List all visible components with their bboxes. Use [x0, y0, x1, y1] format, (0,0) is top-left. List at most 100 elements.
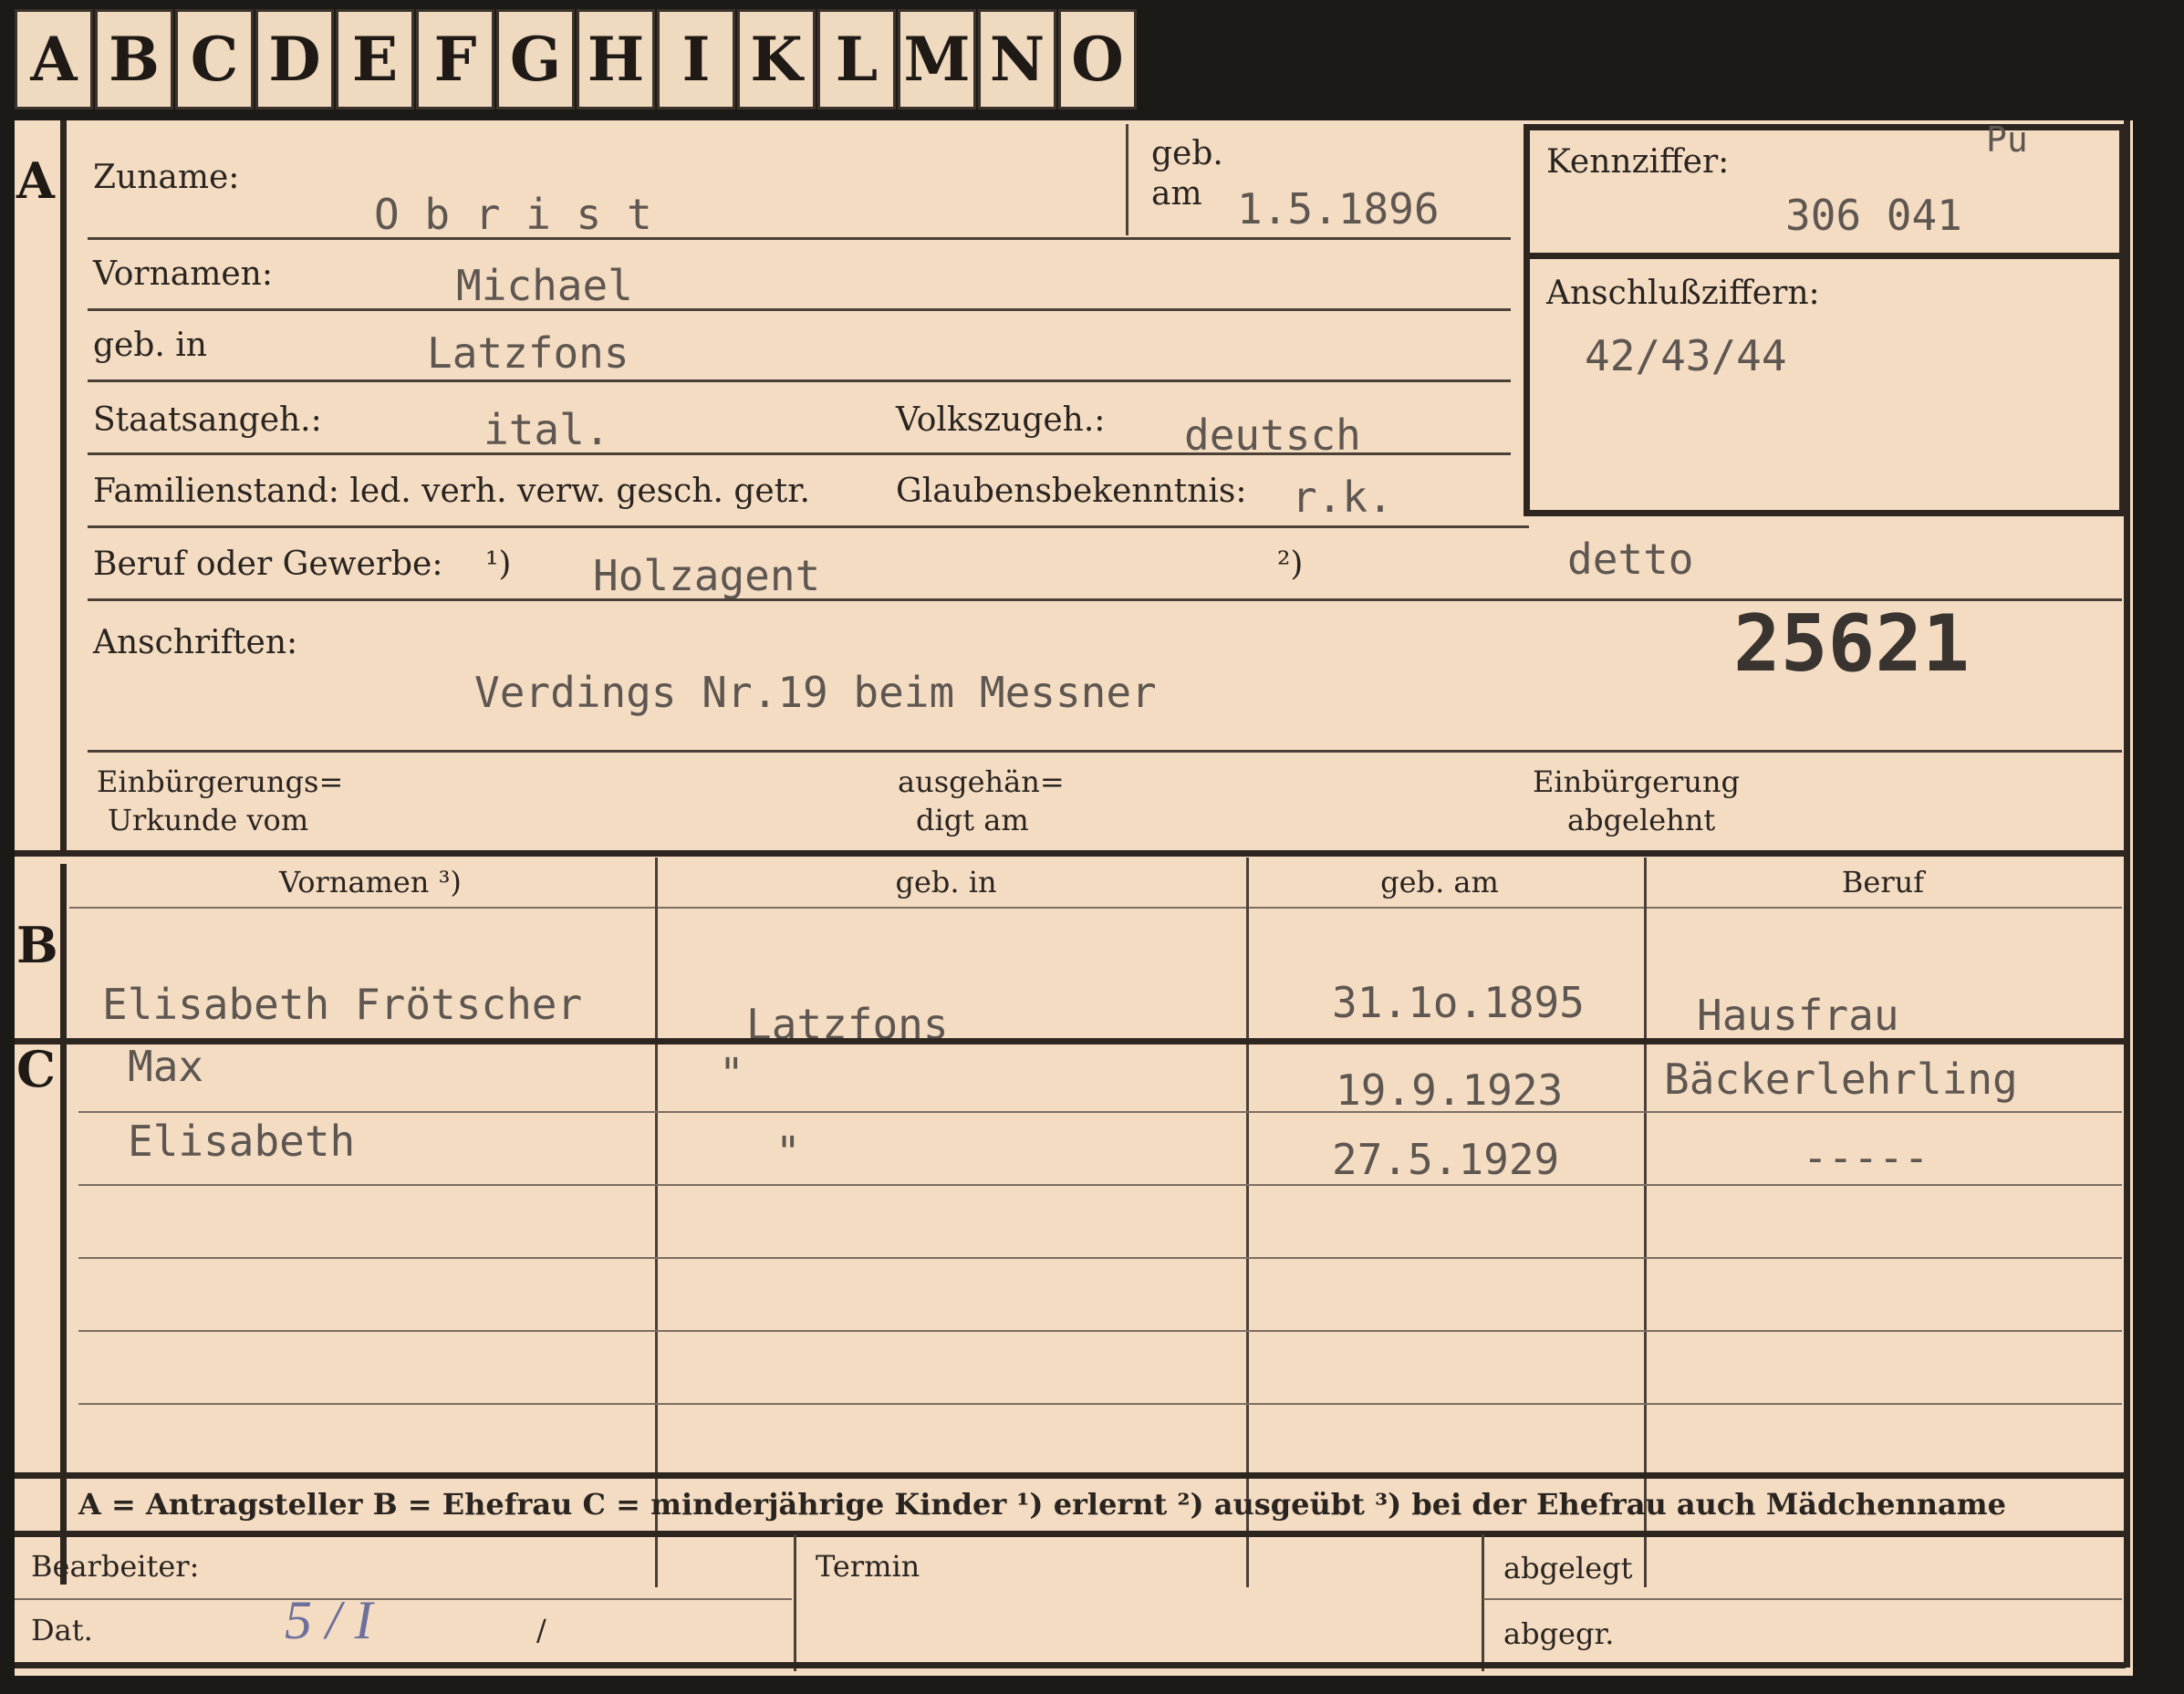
- footer-rule-right: [1483, 1598, 2122, 1600]
- child-rule-1: [78, 1111, 2122, 1113]
- kennziffer-note: Pu: [1986, 120, 2028, 160]
- legend-text: A = Antragsteller B = Ehefrau C = minder…: [78, 1487, 2006, 1522]
- footer-sep-1: [794, 1534, 796, 1671]
- kennziffer-box: Kennziffer: Pu 306 041 Anschlußziffern: …: [1524, 120, 2126, 516]
- tab-i[interactable]: I: [657, 9, 735, 109]
- spouse-occupation: Hausfrau: [1697, 991, 1899, 1040]
- religion-label: Glaubensbekenntnis:: [896, 473, 1247, 510]
- tab-g[interactable]: G: [496, 9, 575, 109]
- birthplace-value: Latzfons: [427, 328, 629, 378]
- section-c-label: C: [16, 1040, 56, 1098]
- header-occupation: Beruf: [1841, 865, 1925, 899]
- surname-label: Zuname:: [93, 159, 240, 196]
- spouse-birthdate: 31.1o.1895: [1332, 978, 1585, 1027]
- tab-m[interactable]: M: [898, 9, 976, 109]
- child-2-birthplace: ": [775, 1128, 801, 1177]
- child-1-birthplace: ": [719, 1049, 744, 1098]
- anschluss-label: Anschlußziffern:: [1546, 275, 1820, 312]
- termin-label: Termin: [816, 1549, 920, 1584]
- filed-label: abgelegt: [1503, 1551, 1633, 1585]
- child-rule-4: [78, 1330, 2122, 1332]
- born-label-2: am: [1151, 175, 1202, 213]
- child-1-occupation: Bäckerlehrling: [1664, 1055, 2018, 1104]
- card-number: 25621: [1733, 598, 1970, 690]
- tab-b[interactable]: B: [95, 9, 173, 109]
- child-rule-3: [78, 1257, 2122, 1259]
- occupation-value: Holzagent: [593, 551, 821, 600]
- child-rule-5: [78, 1403, 2122, 1405]
- child-2-birthdate: 27.5.1929: [1332, 1135, 1560, 1184]
- born-date-value: 1.5.1896: [1237, 184, 1440, 234]
- tab-e[interactable]: E: [336, 9, 414, 109]
- tab-k[interactable]: K: [737, 9, 816, 109]
- kennziffer-value: 306 041: [1785, 191, 1962, 240]
- naturalization-label-1: Einbürgerungs=: [97, 764, 344, 799]
- header-rule: [69, 907, 2122, 909]
- header-birthdate: geb. am: [1380, 865, 1499, 899]
- citizenship-value: ital.: [484, 405, 610, 454]
- tab-d[interactable]: D: [255, 9, 334, 109]
- surname-value: O b r i s t: [374, 190, 652, 239]
- legend-bottom-rule: [15, 1531, 2126, 1537]
- footer-rule-left: [15, 1598, 792, 1600]
- tab-f[interactable]: F: [416, 9, 494, 109]
- rule-row5: [88, 525, 1529, 528]
- birthplace-label: geb. in: [93, 327, 207, 364]
- legend-top-rule: [15, 1472, 2126, 1479]
- rule-row4: [88, 452, 1511, 455]
- born-label-1: geb.: [1151, 135, 1223, 172]
- child-2-name: Elisabeth: [128, 1117, 356, 1166]
- child-1-birthdate: 19.9.1923: [1336, 1065, 1564, 1115]
- ethnicity-label: Volkszugeh.:: [896, 401, 1106, 439]
- spouse-name: Elisabeth Frötscher: [102, 980, 583, 1029]
- section-b-label: B: [16, 916, 58, 974]
- occupation-footnote-1: ¹): [485, 546, 512, 583]
- tab-h[interactable]: H: [577, 9, 655, 109]
- child-2-occupation: -----: [1803, 1133, 1929, 1182]
- header-birthplace: geb. in: [895, 865, 997, 899]
- rule-row1: [88, 237, 1511, 240]
- given-out-label: abgegr.: [1503, 1616, 1615, 1651]
- row1-divider: [1126, 124, 1128, 235]
- address-value: Verdings Nr.19 beim Messner: [474, 668, 1157, 717]
- editor-label: Bearbeiter:: [31, 1549, 200, 1584]
- child-1-name: Max: [128, 1042, 204, 1091]
- handed-label-2: digt am: [916, 803, 1029, 837]
- right-rule: [2124, 120, 2130, 1668]
- occupation-footnote-2: ²): [1277, 546, 1304, 583]
- letter-tabs: A B C D E F G H I K L M N O: [15, 9, 1139, 117]
- tab-l[interactable]: L: [817, 9, 896, 109]
- left-rule: [60, 120, 67, 850]
- occupation-label: Beruf oder Gewerbe:: [93, 546, 443, 583]
- occupation2-value: detto: [1567, 535, 1694, 584]
- kennziffer-label: Kennziffer:: [1546, 143, 1730, 181]
- religion-value: r.k.: [1292, 473, 1393, 522]
- tab-c[interactable]: C: [175, 9, 254, 109]
- address-label: Anschriften:: [93, 624, 298, 661]
- rule-row3: [88, 379, 1511, 382]
- handed-label-1: ausgehän=: [898, 764, 1065, 799]
- citizenship-label: Staatsangeh.:: [93, 401, 322, 439]
- tab-o[interactable]: O: [1058, 9, 1137, 109]
- registration-card: A Zuname: O b r i s t geb. am 1.5.1896 V…: [15, 120, 2133, 1676]
- tab-n[interactable]: N: [978, 9, 1056, 109]
- rejected-label-2: abgelehnt: [1567, 803, 1716, 837]
- kennbox-divider: [1530, 253, 2119, 259]
- section-divider-bc: [15, 1038, 2126, 1044]
- given-label: Vornamen:: [93, 255, 273, 293]
- rule-row2: [88, 308, 1511, 311]
- handwritten-date: 5 / I: [285, 1590, 373, 1650]
- child-rule-2: [78, 1184, 2122, 1186]
- footer-bottom-rule: [15, 1662, 2126, 1668]
- footer-sep-2: [1482, 1534, 1484, 1671]
- anschluss-value: 42/43/44: [1585, 331, 1787, 380]
- rejected-label-1: Einbürgerung: [1533, 764, 1741, 799]
- rule-row7: [88, 750, 2122, 753]
- section-divider-ab: [15, 850, 2126, 857]
- naturalization-label-2: Urkunde vom: [108, 803, 309, 837]
- family-status-label: Familienstand: led. verh. verw. gesch. g…: [93, 473, 810, 510]
- header-given-names: Vornamen ³): [279, 865, 462, 899]
- date-slash: /: [536, 1613, 546, 1647]
- tab-a[interactable]: A: [15, 9, 93, 109]
- given-value: Michael: [456, 261, 633, 310]
